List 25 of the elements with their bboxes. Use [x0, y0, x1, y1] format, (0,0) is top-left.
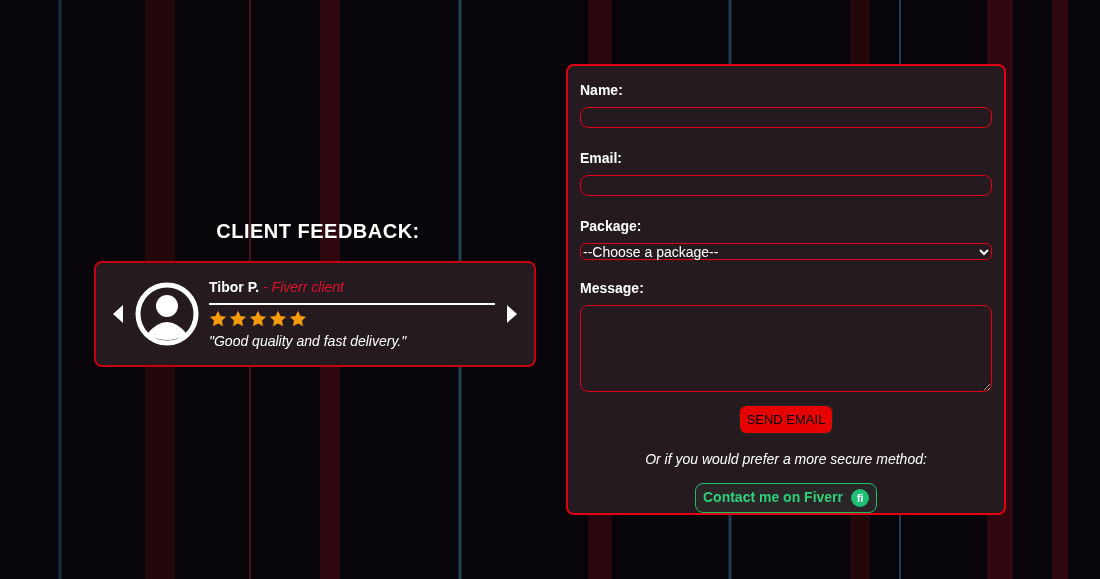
reviewer-role: - Fiverr client — [263, 277, 344, 297]
package-dropdown[interactable]: --Choose a package-- — [580, 243, 992, 261]
reviewer-name: Tibor P. — [209, 277, 260, 297]
star-icon — [269, 309, 287, 327]
fiverr-logo: fi — [851, 488, 869, 507]
star-icon — [229, 309, 247, 327]
field-label: Name: — [580, 81, 624, 100]
field-label: Email: — [580, 149, 623, 168]
section-heading: CLIENT FEEDBACK: — [216, 219, 420, 244]
star-icon — [209, 309, 227, 327]
input-field[interactable] — [580, 175, 992, 196]
star-icon — [289, 309, 307, 327]
next-arrow-icon[interactable] — [505, 304, 519, 324]
previous-arrow-icon[interactable] — [111, 304, 125, 324]
field-label: Package: — [580, 217, 643, 236]
review-quote: "Good quality and fast delivery." — [209, 331, 408, 351]
message-field[interactable] — [580, 305, 992, 393]
field-label: Message: — [580, 279, 645, 299]
alternative-note: Or if you would prefer a more secure method: — [645, 449, 927, 469]
input-field[interactable] — [580, 107, 992, 128]
chevron-down-icon — [979, 247, 989, 256]
send-email-button[interactable]: SEND EMAIL — [737, 404, 835, 435]
fiverr-contact-button[interactable]: Contact me on Fiverr fi — [695, 482, 877, 513]
star-icon — [249, 309, 267, 327]
avatar-icon — [135, 282, 199, 346]
